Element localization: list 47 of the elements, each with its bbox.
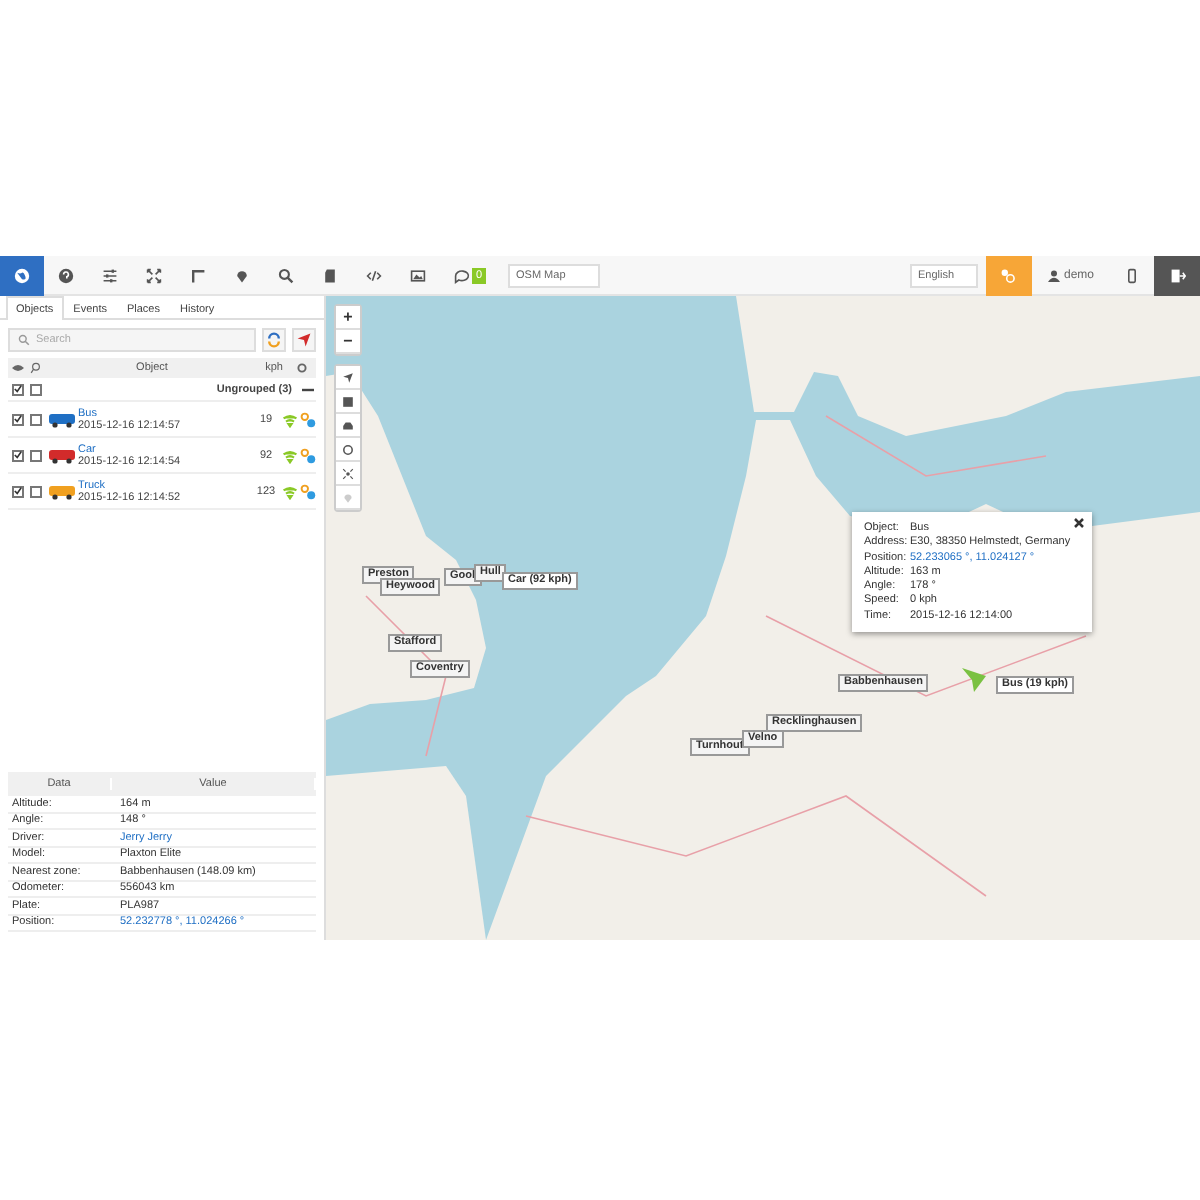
points-icon — [1000, 267, 1017, 283]
signal-icon — [281, 411, 297, 427]
code-icon — [366, 267, 382, 283]
cluster-button[interactable] — [336, 462, 360, 486]
help-icon — [58, 267, 74, 283]
sliders-icon — [102, 267, 118, 283]
chat-icon — [453, 267, 470, 283]
globe-icon — [14, 267, 30, 283]
locate-button[interactable] — [336, 366, 360, 390]
checkbox[interactable] — [29, 383, 41, 395]
pin-icon — [342, 491, 354, 503]
checkbox[interactable] — [11, 383, 23, 395]
locate-button[interactable] — [292, 328, 316, 352]
dots-icon — [342, 467, 354, 479]
arrow-icon — [342, 371, 354, 383]
search-icon — [278, 267, 294, 283]
search-icon — [29, 362, 41, 374]
tracking-button[interactable] — [985, 255, 1032, 295]
expand-icon — [146, 267, 162, 283]
checkbox[interactable] — [11, 485, 23, 497]
pin-icon — [234, 267, 250, 283]
search-icon — [18, 334, 30, 346]
signal-icon — [281, 483, 297, 499]
checkbox[interactable] — [29, 449, 41, 461]
zoom-in-button[interactable]: + — [336, 306, 360, 330]
checkbox[interactable] — [11, 449, 23, 461]
swap-icon — [266, 332, 282, 348]
circle-icon — [342, 443, 354, 455]
user-icon — [1047, 269, 1060, 281]
vehicle-marker-icon[interactable] — [962, 668, 986, 692]
signal-icon — [281, 447, 297, 463]
globe-button[interactable] — [0, 255, 44, 295]
document-icon — [322, 267, 338, 283]
eye-icon — [11, 362, 23, 374]
checkbox[interactable] — [11, 413, 23, 425]
close-icon[interactable] — [1074, 518, 1084, 528]
logout-button[interactable] — [1154, 255, 1200, 295]
checkbox[interactable] — [29, 413, 41, 425]
square-icon — [342, 395, 354, 407]
arrow-icon — [296, 332, 312, 348]
logout-icon — [1169, 267, 1185, 283]
phone-icon — [1124, 267, 1140, 283]
refresh-button[interactable] — [262, 328, 286, 352]
image-icon — [410, 267, 426, 283]
car-icon — [342, 419, 354, 431]
checkbox[interactable] — [29, 485, 41, 497]
ruler-icon — [190, 267, 206, 283]
